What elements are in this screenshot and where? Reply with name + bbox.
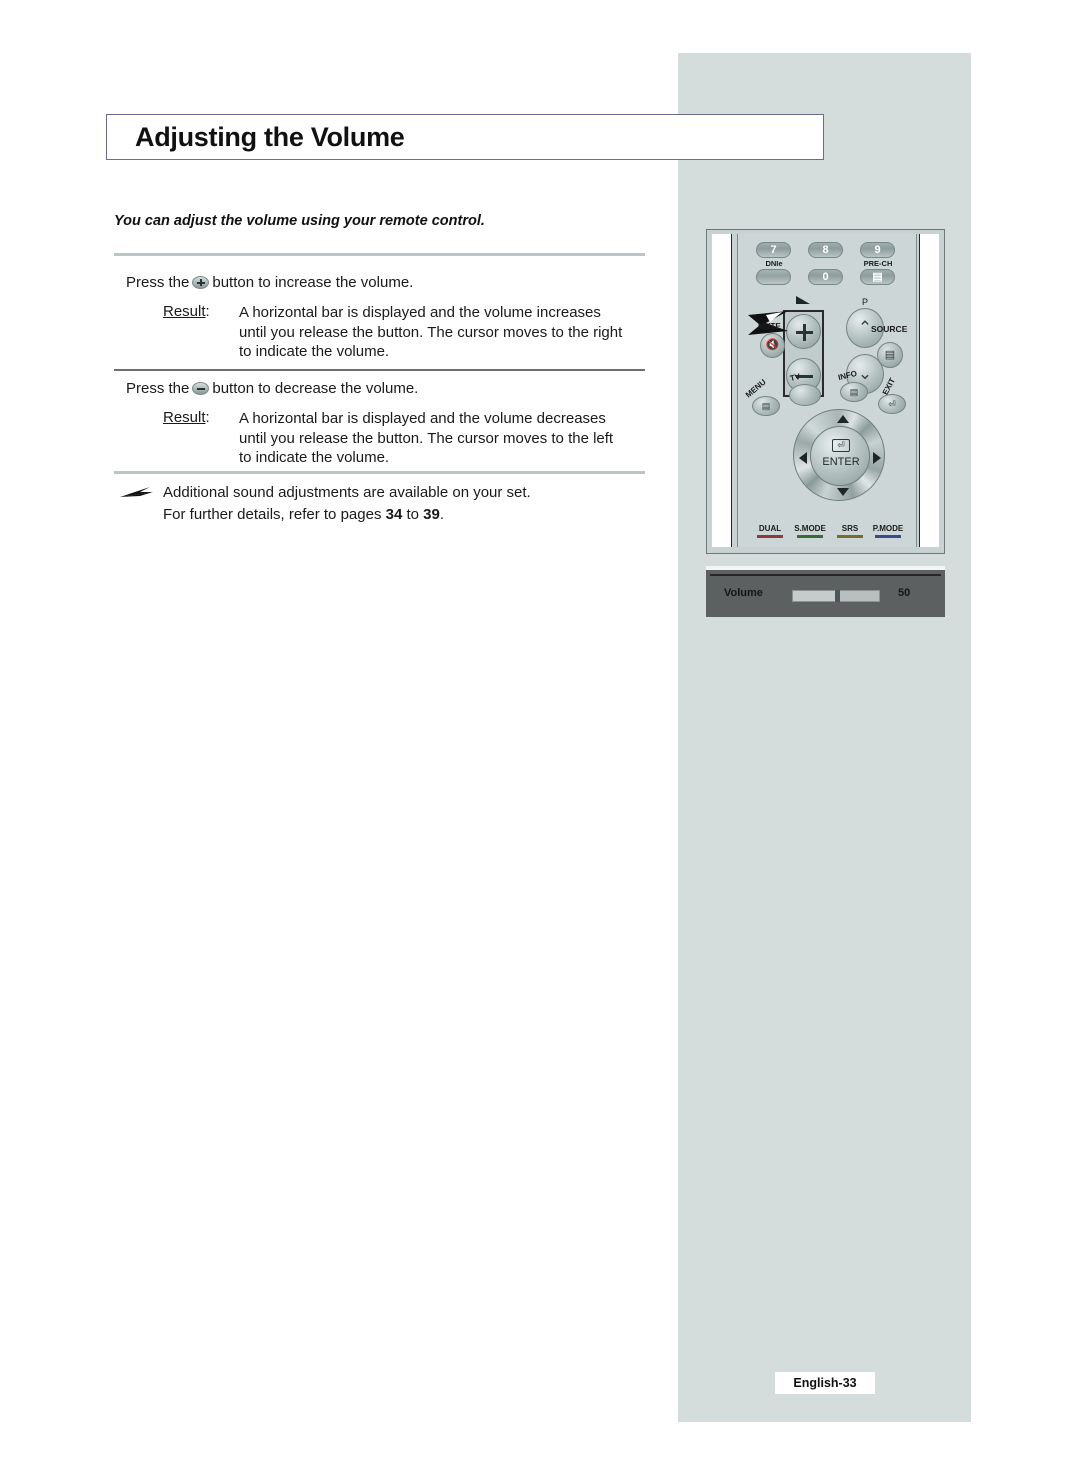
separator-middle [114,369,645,371]
plus-button-icon [192,276,210,289]
enter-label: ENTER [822,456,860,468]
source-button: ▤ [877,342,903,368]
note-line2-a: For further details, refer to pages [163,506,386,523]
page-subtitle: You can adjust the volume using your rem… [114,213,485,229]
result-colon-2: : [205,409,210,426]
result-label-2: Result: [163,409,210,426]
mute-label: MUTE [758,322,781,331]
note-line2-mid: to [402,506,424,523]
result-colon-1: : [205,303,210,320]
remote-left-edge [712,234,732,547]
srs-label: SRS [841,524,859,533]
dnie-label: DNIe [765,259,783,268]
page-from: 34 [385,506,403,523]
separator-note [114,471,645,474]
info-button: ▤ [840,382,868,402]
pmode-color-bar [875,535,901,538]
navigation-dpad: ⏎ ENTER [793,409,885,501]
press-suffix-2: button to decrease the volume. [212,380,419,397]
dpad-up-icon [837,415,849,423]
remote-key-8: 8 [808,242,843,258]
dual-label: DUAL [758,524,782,533]
result-line: A horizontal bar is displayed and the vo… [239,304,601,321]
press-prefix-2: Press the [126,380,190,397]
remote-control-illustration: 7 8 9 DNIe PRE-CH 0 ▤ MUTE 🔇 P ⌃ ⌄ SOURC… [706,229,945,554]
tv-button [789,384,821,406]
smode-color-bar [797,535,823,538]
separator-top [114,253,645,256]
result-word-2: Result [163,409,206,426]
p-label: P [862,297,869,307]
note-arrow-icon [120,487,153,497]
remote-key-9: 9 [860,242,895,258]
menu-button: ▤ [752,396,780,416]
srs-color-bar [837,535,863,538]
note-line-2: For further details, refer to pages 34 t… [163,504,531,526]
exit-button: ⏎ [878,394,906,414]
osd-volume-slider [792,590,880,602]
remote-key-0: 0 [808,269,843,285]
page-to: 39 [423,506,440,523]
page-title-box: Adjusting the Volume [106,114,824,160]
volume-osd: Volume 50 [706,566,945,617]
press-prefix-1: Press the [126,274,190,291]
volume-up-button [786,314,821,349]
mute-button: 🔇 [760,333,785,358]
prech-label: PRE-CH [863,259,893,268]
osd-volume-label: Volume [724,587,763,599]
note-line-1: Additional sound adjustments are availab… [163,484,531,501]
instruction-line-decrease: Press the button to decrease the volume. [126,379,418,399]
smode-label: S.MODE [794,524,826,533]
dual-color-bar [757,535,783,538]
remote-key-dnie [756,269,791,285]
osd-volume-value: 50 [898,587,911,599]
dpad-down-icon [837,488,849,496]
result-word-1: Result [163,303,206,320]
result-line: until you release the button. The cursor… [239,429,614,447]
page-footer: English-33 [775,1372,875,1394]
instruction-line-increase: Press the button to increase the volume. [126,273,413,293]
result-line: A horizontal bar is displayed and the vo… [239,410,606,427]
note-line2-end: . [439,506,445,523]
remote-body: 7 8 9 DNIe PRE-CH 0 ▤ MUTE 🔇 P ⌃ ⌄ SOURC… [737,234,917,547]
press-suffix-1: button to increase the volume. [212,274,414,291]
remote-key-7: 7 [756,242,791,258]
result-body-1: A horizontal bar is displayed and the vo… [239,303,622,362]
dpad-right-icon [873,452,881,464]
pmode-label: P.MODE [872,524,904,533]
enter-icon: ⏎ [832,439,850,452]
remote-key-prech: ▤ [860,269,895,285]
result-line: until you release the button. The cursor… [239,323,623,341]
page-title: Adjusting the Volume [135,122,405,152]
result-line: to indicate the volume. [239,343,390,360]
result-label-1: Result: [163,303,210,320]
note-text: Additional sound adjustments are availab… [163,482,531,526]
source-label: SOURCE [871,324,908,334]
volume-indicator-icon [796,296,810,304]
osd-volume-cursor [835,590,840,602]
osd-volume-fill [793,591,836,601]
result-body-2: A horizontal bar is displayed and the vo… [239,409,613,468]
result-line: to indicate the volume. [239,449,390,466]
minus-button-icon [192,382,210,395]
enter-button: ⏎ ENTER [810,426,870,486]
remote-right-edge [919,234,939,547]
dpad-left-icon [799,452,807,464]
